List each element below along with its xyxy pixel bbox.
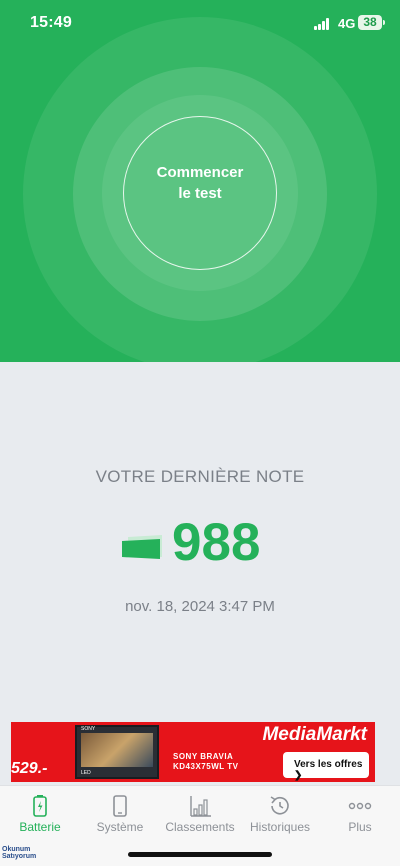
status-battery-icon: 38 <box>358 15 385 30</box>
battery-icon <box>33 795 47 817</box>
tab-systeme[interactable]: Système <box>80 786 160 846</box>
last-score-row: 988 <box>0 510 400 576</box>
tab-label: Batterie <box>19 820 61 834</box>
more-icon <box>348 802 372 810</box>
phone-icon <box>113 795 127 817</box>
signal-icon <box>314 18 332 30</box>
watermark-logo: Okunum Satıyorum <box>2 846 36 860</box>
last-score-date: nov. 18, 2024 3:47 PM <box>125 598 275 615</box>
tab-plus[interactable]: Plus <box>320 786 400 846</box>
ad-offers-button[interactable]: Vers les offres ❯ <box>283 752 369 781</box>
tab-label: Classements <box>165 820 235 834</box>
tab-label: Système <box>96 820 144 834</box>
ad-price: 529.- <box>11 760 48 777</box>
hero-panel: 15:49 4G 38 Commencer le test <box>0 0 400 362</box>
status-time: 15:49 <box>30 14 72 31</box>
start-test-label-line1: Commencer <box>156 164 244 181</box>
tab-label: Plus <box>348 820 372 834</box>
ad-tv-image: SONY LED <box>75 725 159 779</box>
ad-banner[interactable]: 529.- SONY LED SONY BRAVIA KD43X75WL TV … <box>11 722 375 782</box>
tab-label: Historiques <box>249 820 311 834</box>
last-score-value: 988 <box>172 513 261 572</box>
ad-product-name: SONY BRAVIA KD43X75WL TV <box>173 752 238 772</box>
bar-chart-icon <box>190 796 211 817</box>
tab-classements[interactable]: Classements <box>160 786 240 846</box>
ad-product-line2: KD43X75WL TV <box>173 762 239 771</box>
home-indicator[interactable] <box>128 852 272 857</box>
battery-score-icon <box>122 535 162 559</box>
tv-screen <box>81 733 153 767</box>
ad-tv-tag: LED <box>81 770 91 776</box>
watermark-line1: Okunum <box>2 846 31 853</box>
watermark-line2: Satıyorum <box>2 853 37 860</box>
tab-batterie[interactable]: Batterie <box>0 786 80 846</box>
ad-product-line1: SONY BRAVIA <box>173 752 234 761</box>
network-type: 4G <box>338 16 356 31</box>
start-test-button[interactable]: Commencer le test <box>123 116 277 270</box>
ad-store-logo: MediaMarkt <box>262 724 367 745</box>
history-icon <box>270 796 289 815</box>
last-score-title: VOTRE DERNIÈRE NOTE <box>95 467 305 486</box>
ad-tv-brand: SONY <box>81 726 96 732</box>
tab-historiques[interactable]: Historiques <box>240 786 320 846</box>
start-test-label-line2: le test <box>178 185 222 202</box>
